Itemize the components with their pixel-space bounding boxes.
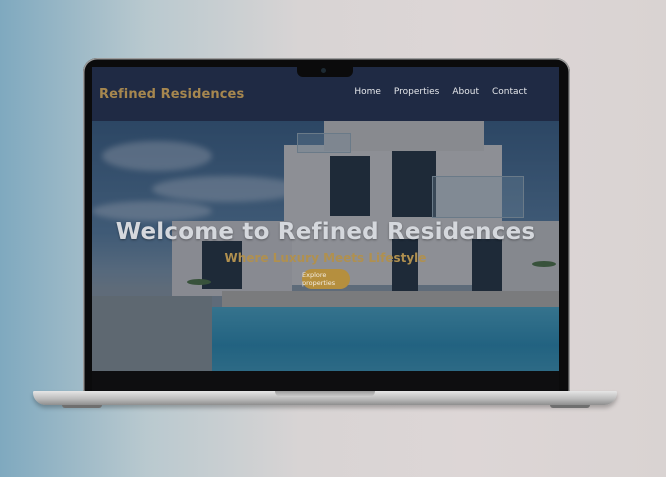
laptop-foot-right <box>550 405 590 408</box>
hero-section: Welcome to Refined Residences Where Luxu… <box>92 121 559 371</box>
explore-properties-button[interactable]: Explore properties <box>302 269 350 289</box>
hero-title: Welcome to Refined Residences <box>115 219 536 245</box>
camera-notch <box>297 66 353 77</box>
nav-about[interactable]: About <box>452 87 479 97</box>
laptop-bezel-bottom <box>92 371 559 391</box>
laptop-foot-left <box>62 405 102 408</box>
webcam-icon <box>321 68 326 73</box>
hero-subtitle: Where Luxury Meets Lifestyle <box>224 251 427 265</box>
main-nav: Home Properties About Contact <box>354 87 527 97</box>
brand-logo[interactable]: Refined Residences <box>99 87 244 102</box>
nav-properties[interactable]: Properties <box>394 87 439 97</box>
laptop-screen: Refined Residences Home Properties About… <box>92 67 559 371</box>
laptop-opening-notch <box>275 391 375 397</box>
nav-home[interactable]: Home <box>354 87 381 97</box>
nav-contact[interactable]: Contact <box>492 87 527 97</box>
